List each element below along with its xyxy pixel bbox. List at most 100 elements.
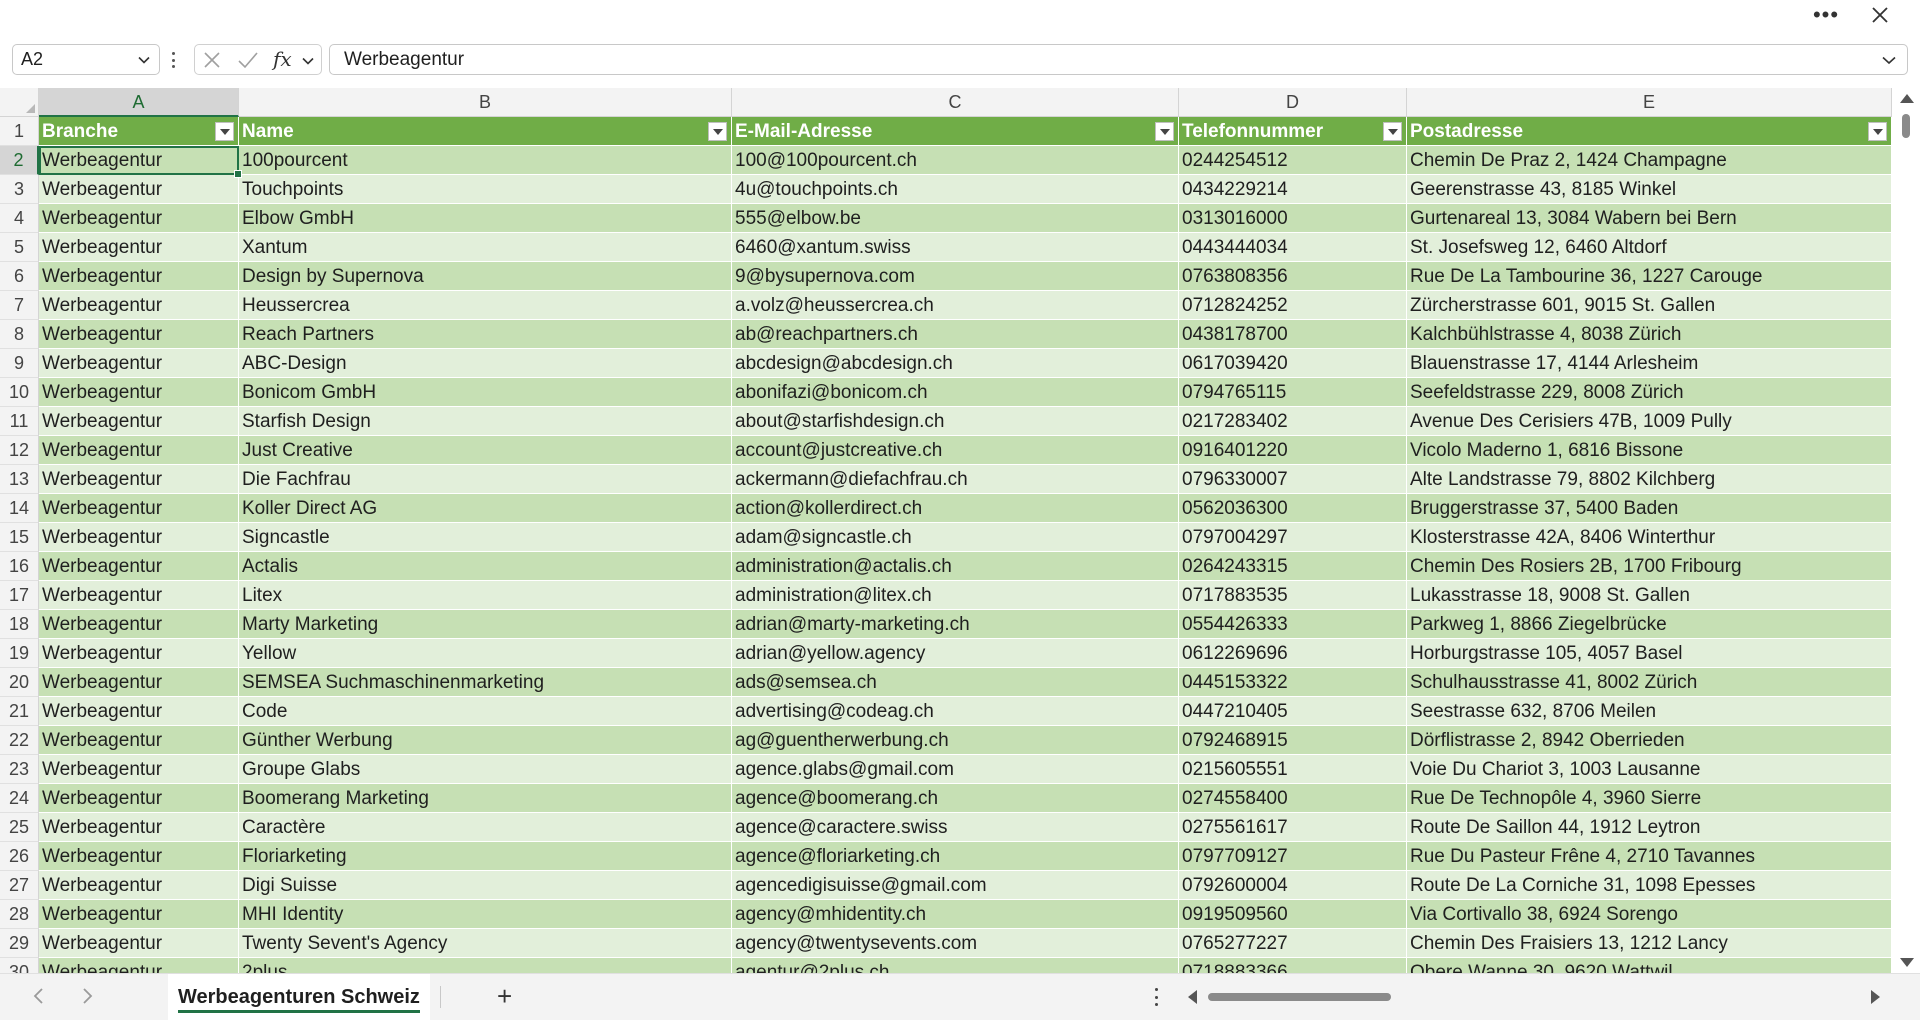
table-cell[interactable]: Werbeagentur — [39, 552, 239, 581]
table-cell[interactable]: adrian@yellow.agency — [732, 639, 1179, 668]
table-cell[interactable]: Rue De La Tambourine 36, 1227 Carouge — [1407, 262, 1892, 291]
row-header[interactable]: 19 — [0, 639, 39, 668]
vertical-scroll-thumb[interactable] — [1902, 114, 1910, 138]
row-header[interactable]: 15 — [0, 523, 39, 552]
select-all-button[interactable] — [0, 88, 39, 117]
table-cell[interactable]: Caractère — [239, 813, 732, 842]
row-header[interactable]: 21 — [0, 697, 39, 726]
table-cell[interactable]: agencedigisuisse@gmail.com — [732, 871, 1179, 900]
table-cell[interactable]: 4u@touchpoints.ch — [732, 175, 1179, 204]
table-cell[interactable]: 6460@xantum.swiss — [732, 233, 1179, 262]
row-header[interactable]: 3 — [0, 175, 39, 204]
table-cell[interactable]: Werbeagentur — [39, 900, 239, 929]
add-sheet-button[interactable]: + — [497, 982, 512, 1010]
row-header[interactable]: 24 — [0, 784, 39, 813]
table-cell[interactable]: 0443444034 — [1179, 233, 1407, 262]
table-cell[interactable]: Floriarketing — [239, 842, 732, 871]
column-header-e[interactable]: E — [1407, 88, 1892, 117]
filter-dropdown-icon[interactable] — [1155, 122, 1174, 141]
row-header[interactable]: 18 — [0, 610, 39, 639]
table-cell[interactable]: 0274558400 — [1179, 784, 1407, 813]
table-cell[interactable]: 0765277227 — [1179, 929, 1407, 958]
table-cell[interactable]: Bonicom GmbH — [239, 378, 732, 407]
row-header[interactable]: 2 — [0, 146, 39, 175]
table-cell[interactable]: Werbeagentur — [39, 929, 239, 958]
table-cell[interactable]: Actalis — [239, 552, 732, 581]
row-header-1[interactable]: 1 — [0, 117, 39, 146]
table-cell[interactable]: Günther Werbung — [239, 726, 732, 755]
table-cell[interactable]: Werbeagentur — [39, 320, 239, 349]
table-cell[interactable]: 0244254512 — [1179, 146, 1407, 175]
table-cell[interactable]: Werbeagentur — [39, 610, 239, 639]
formula-input[interactable]: Werbeagentur — [329, 44, 1908, 75]
vertical-scrollbar[interactable] — [1892, 88, 1920, 973]
table-cell[interactable]: 0916401220 — [1179, 436, 1407, 465]
table-cell[interactable]: Klosterstrasse 42A, 8406 Winterthur — [1407, 523, 1892, 552]
chevron-down-icon[interactable] — [137, 53, 151, 67]
table-cell[interactable]: agence@boomerang.ch — [732, 784, 1179, 813]
table-cell[interactable]: Reach Partners — [239, 320, 732, 349]
table-cell[interactable]: Kalchbühlstrasse 4, 8038 Zürich — [1407, 320, 1892, 349]
table-cell[interactable]: 0794765115 — [1179, 378, 1407, 407]
table-cell[interactable]: Litex — [239, 581, 732, 610]
table-cell[interactable]: Seestrasse 632, 8706 Meilen — [1407, 697, 1892, 726]
cancel-icon[interactable] — [203, 51, 221, 69]
table-cell[interactable]: Werbeagentur — [39, 668, 239, 697]
table-cell[interactable]: Werbeagentur — [39, 581, 239, 610]
table-cell[interactable]: about@starfishdesign.ch — [732, 407, 1179, 436]
table-cell[interactable]: 0717883535 — [1179, 581, 1407, 610]
table-cell[interactable]: Zürcherstrasse 601, 9015 St. Gallen — [1407, 291, 1892, 320]
table-cell[interactable]: Werbeagentur — [39, 755, 239, 784]
table-cell[interactable]: agence@floriarketing.ch — [732, 842, 1179, 871]
table-header-cell[interactable]: Name — [239, 117, 732, 146]
table-cell[interactable]: MHI Identity — [239, 900, 732, 929]
table-cell[interactable]: action@kollerdirect.ch — [732, 494, 1179, 523]
table-header-cell[interactable]: E-Mail-Adresse — [732, 117, 1179, 146]
expand-formula-icon[interactable] — [1881, 53, 1897, 67]
table-cell[interactable]: 0215605551 — [1179, 755, 1407, 784]
sheet-tab[interactable]: Werbeagenturen Schweiz — [168, 974, 430, 1020]
table-cell[interactable]: Chemin Des Fraisiers 13, 1212 Lancy — [1407, 929, 1892, 958]
table-cell[interactable]: Xantum — [239, 233, 732, 262]
table-header-cell[interactable]: Postadresse — [1407, 117, 1892, 146]
table-cell[interactable]: Code — [239, 697, 732, 726]
row-header[interactable]: 14 — [0, 494, 39, 523]
column-header-b[interactable]: B — [239, 88, 732, 117]
table-cell[interactable]: Boomerang Marketing — [239, 784, 732, 813]
table-cell[interactable]: SEMSEA Suchmaschinenmarketing — [239, 668, 732, 697]
table-cell[interactable]: Werbeagentur — [39, 639, 239, 668]
table-cell[interactable]: Seefeldstrasse 229, 8008 Zürich — [1407, 378, 1892, 407]
table-cell[interactable]: Touchpoints — [239, 175, 732, 204]
table-cell[interactable]: Werbeagentur — [39, 436, 239, 465]
table-cell[interactable]: abcdesign@abcdesign.ch — [732, 349, 1179, 378]
table-cell[interactable]: Werbeagentur — [39, 233, 239, 262]
table-cell[interactable]: ads@semsea.ch — [732, 668, 1179, 697]
table-cell[interactable]: 0554426333 — [1179, 610, 1407, 639]
table-cell[interactable]: Dörflistrasse 2, 8942 Oberrieden — [1407, 726, 1892, 755]
table-cell[interactable]: 0763808356 — [1179, 262, 1407, 291]
table-cell[interactable]: Twenty Sevent's Agency — [239, 929, 732, 958]
row-header[interactable]: 22 — [0, 726, 39, 755]
table-cell[interactable]: 0434229214 — [1179, 175, 1407, 204]
row-header[interactable]: 25 — [0, 813, 39, 842]
name-box[interactable]: A2 — [12, 44, 160, 75]
table-header-cell[interactable]: Branche — [39, 117, 239, 146]
filter-dropdown-icon[interactable] — [708, 122, 727, 141]
table-cell[interactable]: ab@reachpartners.ch — [732, 320, 1179, 349]
table-cell[interactable]: Route De La Corniche 31, 1098 Epesses — [1407, 871, 1892, 900]
scroll-right-icon[interactable] — [1871, 990, 1880, 1004]
column-header-a[interactable]: A — [39, 88, 239, 117]
sheet-bar-grip[interactable] — [1154, 988, 1158, 1006]
table-cell[interactable]: Bruggerstrasse 37, 5400 Baden — [1407, 494, 1892, 523]
table-cell[interactable]: Werbeagentur — [39, 175, 239, 204]
table-header-cell[interactable]: Telefonnummer — [1179, 117, 1407, 146]
table-cell[interactable]: ABC-Design — [239, 349, 732, 378]
table-cell[interactable]: Alte Landstrasse 79, 8802 Kilchberg — [1407, 465, 1892, 494]
table-cell[interactable]: 100pourcent — [239, 146, 732, 175]
filter-dropdown-icon[interactable] — [215, 122, 234, 141]
table-cell[interactable]: 9@bysupernova.com — [732, 262, 1179, 291]
table-cell[interactable]: Werbeagentur — [39, 378, 239, 407]
more-options-button[interactable]: ••• — [1808, 2, 1844, 28]
next-sheet-icon[interactable] — [80, 986, 94, 1006]
horizontal-scrollbar[interactable] — [1180, 982, 1892, 1012]
